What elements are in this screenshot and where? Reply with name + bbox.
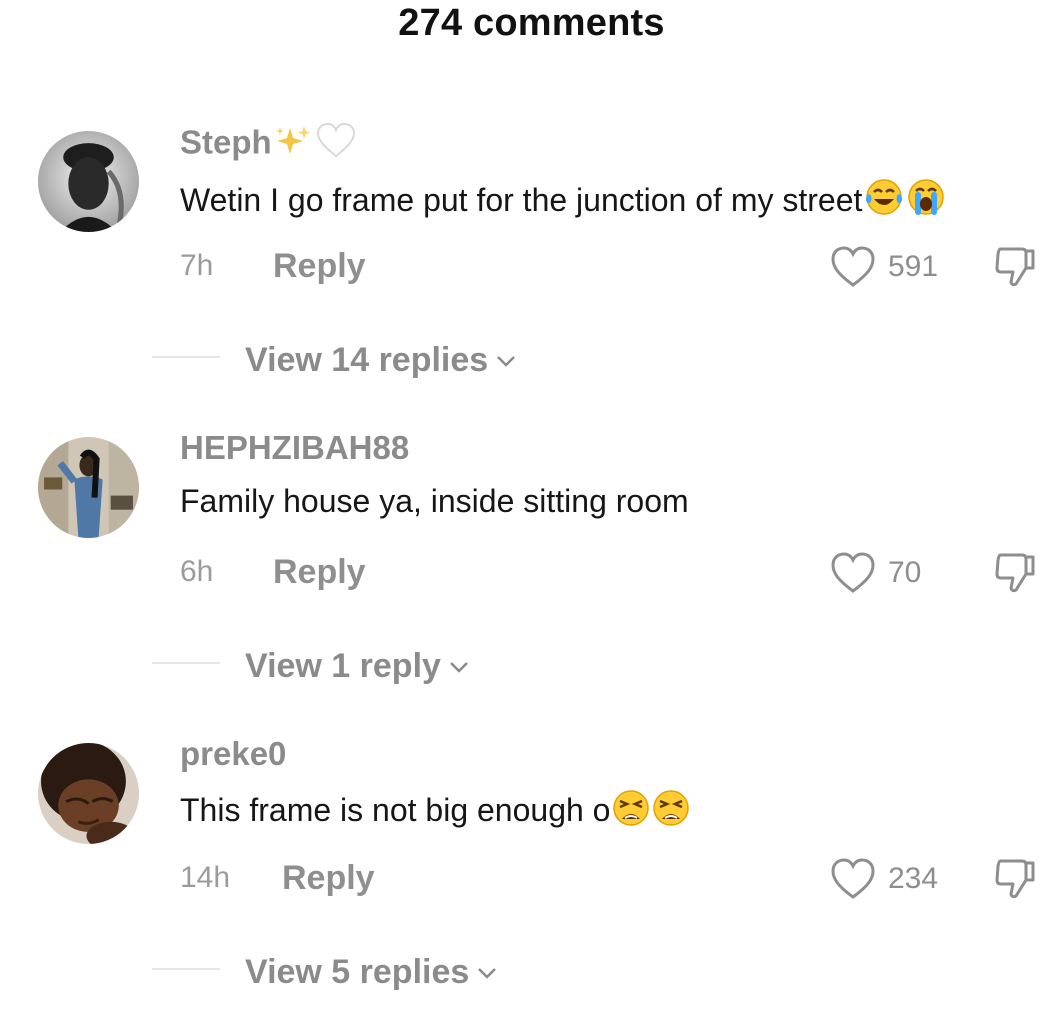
- view-replies-label: View 1 reply: [245, 647, 441, 685]
- comment-username[interactable]: HEPHZIBAH88: [180, 429, 409, 467]
- reply-button[interactable]: Reply: [282, 859, 375, 898]
- comment-time: 6h: [180, 555, 214, 588]
- like-count: 591: [888, 250, 939, 283]
- comment-text: Family house ya, inside sitting room: [180, 483, 689, 520]
- white-heart-icon: [316, 122, 356, 167]
- username-text: HEPHZIBAH88: [180, 429, 410, 466]
- comment-text: This frame is not big enough o: [180, 789, 690, 835]
- dislike-button[interactable]: [992, 550, 1038, 596]
- view-replies-button[interactable]: View 14 replies: [245, 337, 516, 380]
- avatar[interactable]: [38, 437, 139, 538]
- like-button[interactable]: [830, 552, 876, 594]
- dislike-button[interactable]: [992, 244, 1038, 290]
- comment-time: 14h: [180, 861, 231, 894]
- thumbs-down-icon: [995, 247, 1035, 287]
- weary-face-icon: [652, 789, 690, 835]
- avatar-image: [38, 437, 139, 538]
- dislike-button[interactable]: [992, 856, 1038, 902]
- like-button[interactable]: [830, 246, 876, 288]
- thumbs-down-icon: [995, 553, 1035, 593]
- like-count: 70: [888, 556, 922, 589]
- face-with-tears-of-joy-icon: [864, 177, 904, 225]
- thread-divider: [152, 662, 220, 664]
- chevron-down-icon: [477, 949, 497, 988]
- comment-item: preke0 This frame is not big enough o 14…: [0, 735, 1063, 1011]
- comments-panel: 274 comments Steph Wetin I go frame put …: [0, 0, 1063, 1011]
- comment-username[interactable]: Steph: [180, 122, 356, 167]
- reply-button[interactable]: Reply: [273, 247, 366, 286]
- comment-text-content: Wetin I go frame put for the junction of…: [180, 182, 863, 218]
- loudly-crying-face-icon: [906, 177, 946, 225]
- comment-text-content: Family house ya, inside sitting room: [180, 483, 689, 519]
- comment-time: 7h: [180, 249, 214, 282]
- comment-item: HEPHZIBAH88 Family house ya, inside sitt…: [0, 429, 1063, 737]
- heart-icon: [831, 246, 875, 287]
- thread-divider: [152, 356, 220, 358]
- thumbs-down-icon: [995, 859, 1035, 899]
- like-button[interactable]: [830, 858, 876, 900]
- comment-text-content: This frame is not big enough o: [180, 792, 611, 828]
- avatar[interactable]: [38, 131, 139, 232]
- like-count: 234: [888, 862, 939, 895]
- view-replies-button[interactable]: View 1 reply: [245, 643, 469, 686]
- view-replies-label: View 14 replies: [245, 341, 489, 379]
- comment-text: Wetin I go frame put for the junction of…: [180, 177, 946, 225]
- weary-face-icon: [612, 789, 650, 835]
- chevron-down-icon: [496, 337, 516, 376]
- heart-icon: [831, 858, 875, 899]
- avatar-image: [38, 131, 139, 232]
- comment-username[interactable]: preke0: [180, 735, 286, 773]
- username-text: preke0: [180, 735, 287, 772]
- thread-divider: [152, 968, 220, 970]
- view-replies-label: View 5 replies: [245, 953, 470, 991]
- chevron-down-icon: [449, 643, 469, 682]
- username-text: Steph: [180, 123, 272, 161]
- reply-button[interactable]: Reply: [273, 553, 366, 592]
- avatar[interactable]: [38, 743, 139, 844]
- avatar-image: [38, 743, 139, 844]
- comments-count-title: 274 comments: [398, 2, 665, 44]
- sparkles-icon: [274, 124, 314, 166]
- comment-item: Steph Wetin I go frame put for the junct…: [0, 122, 1063, 431]
- heart-icon: [831, 552, 875, 593]
- view-replies-button[interactable]: View 5 replies: [245, 949, 497, 992]
